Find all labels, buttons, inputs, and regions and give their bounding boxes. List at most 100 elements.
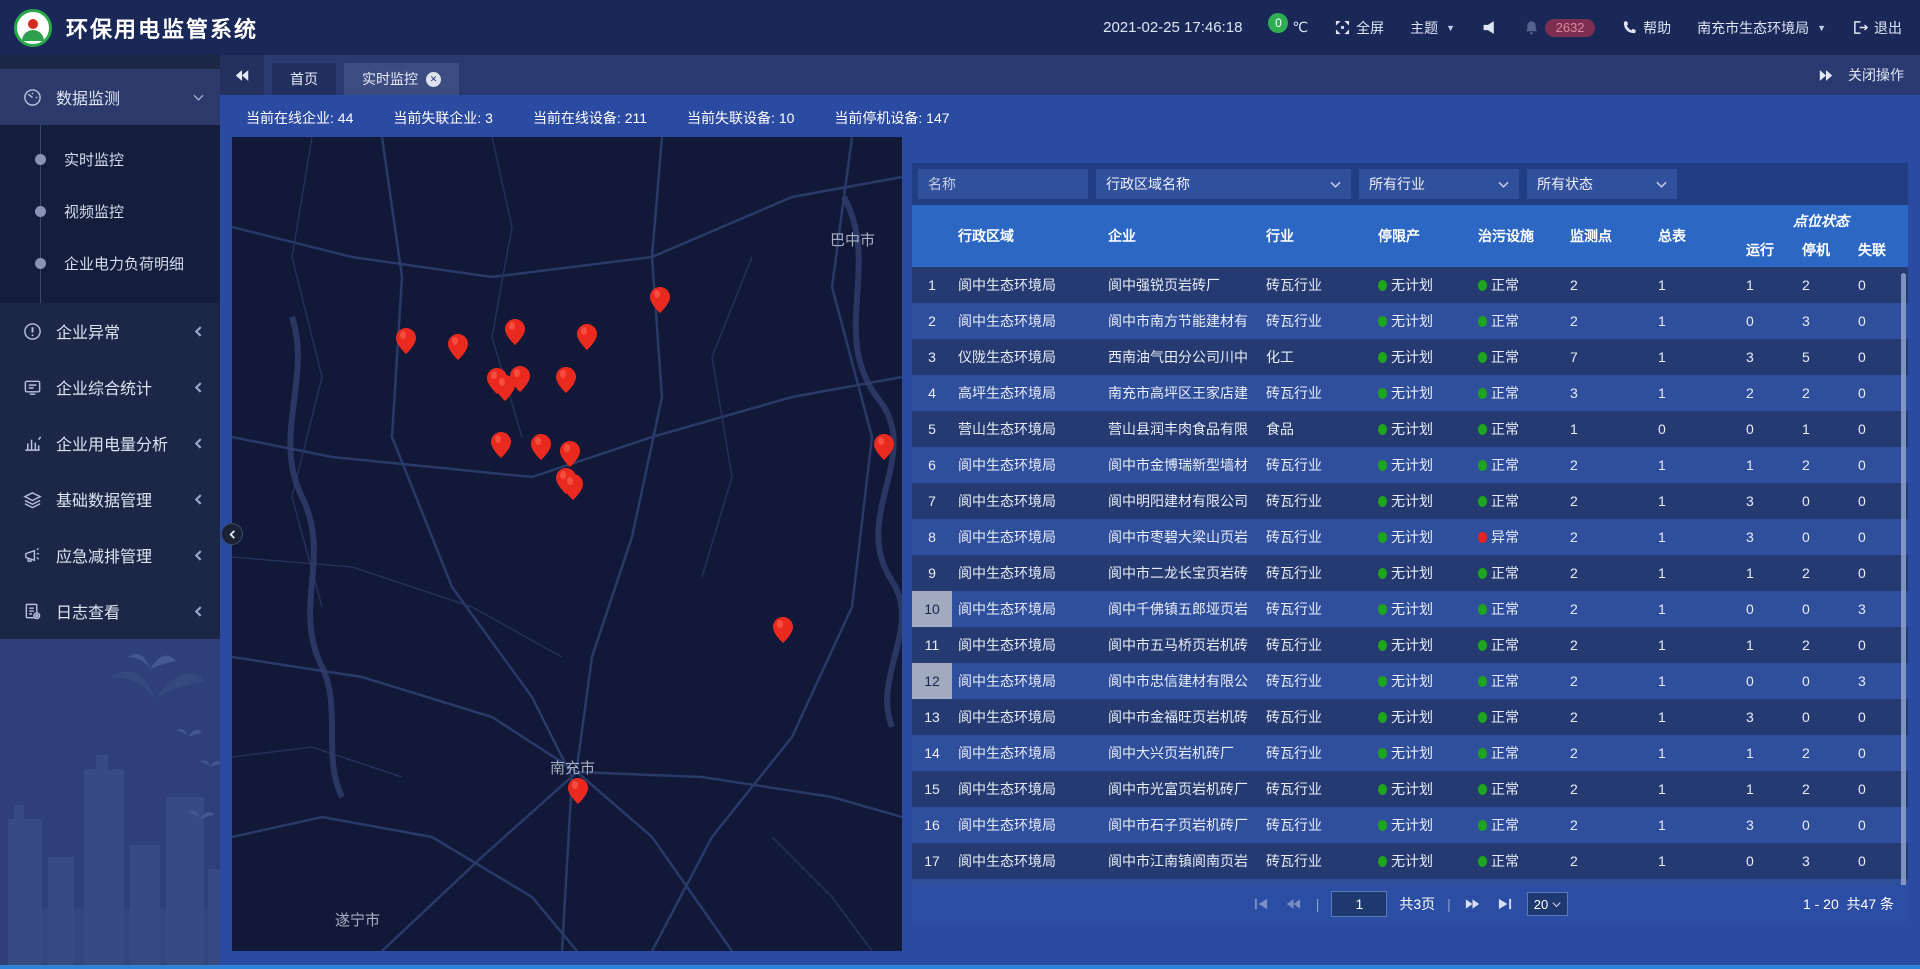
- tab-首页[interactable]: 首页: [272, 63, 336, 95]
- column-subheader-运行[interactable]: 运行: [1740, 233, 1796, 267]
- cell-region: 阆中生态环境局: [952, 663, 1102, 699]
- chevron-down-icon: ▼: [1446, 23, 1455, 33]
- cell-total-meters: 1: [1652, 555, 1740, 591]
- table-row[interactable]: 1阆中生态环境局阆中强锐页岩砖厂砖瓦行业无计划正常21120: [912, 267, 1908, 303]
- column-header-行政区域[interactable]: 行政区域: [952, 205, 1102, 267]
- theme-dropdown[interactable]: 主题 ▼: [1410, 18, 1455, 38]
- next-page-button[interactable]: [1463, 894, 1483, 914]
- cell-index: 11: [912, 627, 952, 663]
- sidebar-item-视频监控[interactable]: 视频监控: [0, 185, 220, 237]
- table-row[interactable]: 12阆中生态环境局阆中市忠信建材有限公砖瓦行业无计划正常21003: [912, 663, 1908, 699]
- sidebar-item-企业电力负荷明细[interactable]: 企业电力负荷明细: [0, 237, 220, 289]
- cell-lost-count: 0: [1852, 735, 1902, 771]
- cell-monitor-points: 2: [1564, 699, 1652, 735]
- help-button[interactable]: 帮助: [1621, 18, 1671, 38]
- table-row[interactable]: 10阆中生态环境局阆中千佛镇五郎垭页岩砖瓦行业无计划正常21003: [912, 591, 1908, 627]
- table-row[interactable]: 13阆中生态环境局阆中市金福旺页岩机砖砖瓦行业无计划正常21300: [912, 699, 1908, 735]
- map-pin-icon[interactable]: [560, 441, 580, 467]
- sidebar-decoration: [0, 639, 220, 969]
- map-pin-icon[interactable]: [556, 367, 576, 393]
- map-pin-icon[interactable]: [491, 432, 511, 458]
- map-pin-icon[interactable]: [563, 474, 583, 500]
- tab-实时监控[interactable]: 实时监控✕: [344, 63, 459, 95]
- map-pin-icon[interactable]: [874, 434, 894, 460]
- sound-icon[interactable]: [1481, 20, 1497, 36]
- table-scrollbar[interactable]: [1901, 273, 1906, 915]
- first-page-button[interactable]: [1252, 894, 1272, 914]
- tab-close-icon[interactable]: ✕: [426, 72, 441, 87]
- sidebar-group-企业用电量分析[interactable]: 企业用电量分析: [0, 415, 220, 471]
- content-area: 当前在线企业: 44当前失联企业: 3当前在线设备: 211当前失联设备: 10…: [220, 95, 1920, 969]
- map-collapse-button[interactable]: [221, 523, 243, 545]
- column-header-监测点[interactable]: 监测点: [1564, 205, 1652, 267]
- column-header-总表[interactable]: 总表: [1652, 205, 1740, 267]
- cell-company: 阆中强锐页岩砖厂: [1102, 267, 1260, 303]
- name-search-field[interactable]: [918, 169, 1088, 199]
- cell-run-count: 0: [1740, 591, 1796, 627]
- map-pin-icon[interactable]: [396, 328, 416, 354]
- map-pin-icon[interactable]: [568, 778, 588, 804]
- cell-industry: 砖瓦行业: [1260, 843, 1372, 879]
- cell-industry: 砖瓦行业: [1260, 735, 1372, 771]
- cell-index: 17: [912, 843, 952, 879]
- notifications[interactable]: 2632: [1523, 19, 1595, 37]
- cell-total-meters: 1: [1652, 627, 1740, 663]
- sidebar-group-企业综合统计[interactable]: 企业综合统计: [0, 359, 220, 415]
- table-row[interactable]: 9阆中生态环境局阆中市二龙长宝页岩砖砖瓦行业无计划正常21120: [912, 555, 1908, 591]
- stat-当前失联企业: 当前失联企业: 3: [393, 108, 493, 128]
- sidebar-group-基础数据管理[interactable]: 基础数据管理: [0, 471, 220, 527]
- map-panel[interactable]: 巴中市南充市遂宁市: [232, 137, 902, 951]
- map-pin-icon[interactable]: [650, 287, 670, 313]
- table-row[interactable]: 2阆中生态环境局阆中市南方节能建材有砖瓦行业无计划正常21030: [912, 303, 1908, 339]
- table-row[interactable]: 16阆中生态环境局阆中市石子页岩机砖厂砖瓦行业无计划正常21300: [912, 807, 1908, 843]
- tabs-scroll-left-button[interactable]: [220, 55, 264, 95]
- column-subheader-失联[interactable]: 失联: [1852, 233, 1902, 267]
- table-row[interactable]: 17阆中生态环境局阆中市江南镇阆南页岩砖瓦行业无计划正常21030: [912, 843, 1908, 879]
- table-row[interactable]: 7阆中生态环境局阆中明阳建材有限公司砖瓦行业无计划正常21300: [912, 483, 1908, 519]
- chevron-down-icon: [1552, 897, 1561, 912]
- sidebar-item-实时监控[interactable]: 实时监控: [0, 133, 220, 185]
- page-number-input[interactable]: 1: [1331, 891, 1387, 917]
- table-row[interactable]: 3仪陇生态环境局西南油气田分公司川中化工无计划正常71350: [912, 339, 1908, 375]
- table-row[interactable]: 8阆中生态环境局阆中市枣碧大梁山页岩砖瓦行业无计划异常21300: [912, 519, 1908, 555]
- cell-industry: 砖瓦行业: [1260, 663, 1372, 699]
- map-pin-icon[interactable]: [510, 366, 530, 392]
- column-header-企业[interactable]: 企业: [1102, 205, 1260, 267]
- map-pin-icon[interactable]: [773, 617, 793, 643]
- cell-total-meters: 0: [1652, 411, 1740, 447]
- cell-facility-status-label: 正常: [1491, 779, 1519, 799]
- table-row[interactable]: 14阆中生态环境局阆中大兴页岩机砖厂砖瓦行业无计划正常21120: [912, 735, 1908, 771]
- stat-当前停机设备: 当前停机设备: 147: [834, 108, 949, 128]
- name-search-input[interactable]: [928, 176, 1078, 192]
- column-header-行业[interactable]: 行业: [1260, 205, 1372, 267]
- map-pin-icon[interactable]: [531, 434, 551, 460]
- table-row[interactable]: 15阆中生态环境局阆中市光富页岩机砖厂砖瓦行业无计划正常21120: [912, 771, 1908, 807]
- org-dropdown[interactable]: 南充市生态环境局 ▼: [1697, 18, 1826, 38]
- industry-select[interactable]: 所有行业: [1359, 169, 1519, 199]
- map-pin-icon[interactable]: [505, 319, 525, 345]
- table-row[interactable]: 5营山生态环境局营山县润丰肉食品有限食品无计划正常10010: [912, 411, 1908, 447]
- sidebar-group-应急减排管理[interactable]: 应急减排管理: [0, 527, 220, 583]
- page-size-select[interactable]: 20: [1527, 892, 1568, 916]
- region-select[interactable]: 行政区域名称: [1096, 169, 1351, 199]
- column-header-治污设施[interactable]: 治污设施: [1472, 205, 1564, 267]
- app-window: 环保用电监管系统 2021-02-25 17:46:18 0 ℃ 全屏 主题 ▼…: [0, 0, 1920, 969]
- sidebar-group-数据监测[interactable]: 数据监测: [0, 69, 220, 125]
- table-row[interactable]: 11阆中生态环境局阆中市五马桥页岩机砖砖瓦行业无计划正常21120: [912, 627, 1908, 663]
- map-pin-icon[interactable]: [448, 334, 468, 360]
- map-pin-icon[interactable]: [577, 324, 597, 350]
- column-header-停限产[interactable]: 停限产: [1372, 205, 1472, 267]
- last-page-button[interactable]: [1495, 894, 1515, 914]
- cell-monitor-points: 2: [1564, 591, 1652, 627]
- sidebar-group-企业异常[interactable]: 企业异常: [0, 303, 220, 359]
- column-subheader-停机[interactable]: 停机: [1796, 233, 1852, 267]
- close-operations-button[interactable]: 关闭操作: [1848, 65, 1904, 85]
- logout-button[interactable]: 退出: [1852, 18, 1902, 38]
- prev-page-button[interactable]: [1284, 894, 1304, 914]
- table-row[interactable]: 6阆中生态环境局阆中市金博瑞新型墙材砖瓦行业无计划正常21120: [912, 447, 1908, 483]
- fullscreen-button[interactable]: 全屏: [1334, 18, 1384, 38]
- status-select[interactable]: 所有状态: [1527, 169, 1677, 199]
- table-row[interactable]: 4高坪生态环境局南充市高坪区王家店建砖瓦行业无计划正常31220: [912, 375, 1908, 411]
- tabs-scroll-right-button[interactable]: [1818, 69, 1834, 82]
- sidebar-group-日志查看[interactable]: 日志查看: [0, 583, 220, 639]
